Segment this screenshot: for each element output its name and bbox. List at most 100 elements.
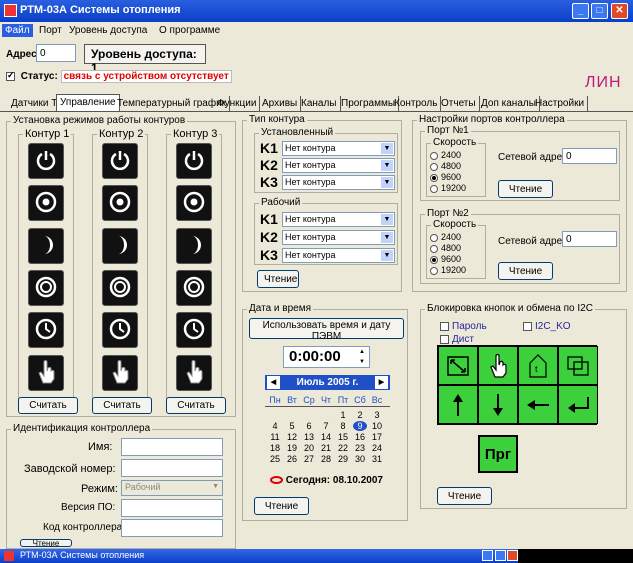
taskbar-close-icon[interactable] <box>507 550 518 561</box>
lock-resize-cell[interactable] <box>438 346 478 385</box>
lock-enter-cell[interactable] <box>558 385 598 424</box>
calendar-day[interactable]: 28 <box>319 454 333 464</box>
calendar-day[interactable]: 16 <box>353 432 367 442</box>
calendar-day[interactable]: 19 <box>285 443 299 453</box>
password-checkbox[interactable] <box>440 321 449 331</box>
code-input[interactable] <box>121 519 223 537</box>
lock-windows-cell[interactable] <box>558 346 598 385</box>
calendar-day[interactable]: 13 <box>302 432 316 442</box>
tab-sensors[interactable]: Датчики T <box>8 96 62 112</box>
close-button[interactable]: ✕ <box>611 3 628 19</box>
tab-temp-graph[interactable]: Температурный график <box>114 96 231 112</box>
calendar-day[interactable]: 11 <box>268 432 282 442</box>
calendar-day[interactable]: 30 <box>353 454 367 464</box>
calendar-day[interactable]: 31 <box>370 454 384 464</box>
calendar-day[interactable]: 8 <box>336 421 350 431</box>
contour-2-mode-hand-button[interactable] <box>102 355 138 391</box>
contour-2-mode-moon-button[interactable] <box>102 228 138 264</box>
menu-port[interactable]: Порт <box>36 24 65 37</box>
lock-t-cell[interactable]: t <box>518 346 558 385</box>
working-k3-select[interactable]: Нет контура ▼ <box>282 248 395 263</box>
calendar-day[interactable]: 27 <box>302 454 316 464</box>
contour-3-mode-moon-button[interactable] <box>176 228 212 264</box>
menu-file[interactable]: Файл <box>2 24 33 37</box>
next-month-icon[interactable]: ▶ <box>375 376 388 389</box>
tab-control[interactable]: Управление <box>56 94 120 112</box>
prg-button[interactable]: Прг <box>478 435 518 473</box>
i2c-checkbox[interactable] <box>523 321 532 331</box>
today-row[interactable]: Сегодня: 08.10.2007 <box>270 475 383 486</box>
password-checkbox-row[interactable]: Пароль <box>440 321 487 332</box>
installed-k1-select[interactable]: Нет контура ▼ <box>282 141 395 156</box>
contour-2-mode-power-button[interactable] <box>102 143 138 179</box>
contour-1-mode-circle-button[interactable] <box>28 185 64 221</box>
working-k1-select[interactable]: Нет контура ▼ <box>282 212 395 227</box>
calendar-day[interactable]: 3 <box>370 410 384 420</box>
calendar-day[interactable]: 22 <box>336 443 350 453</box>
port2-speed-19200-radio[interactable]: 19200 <box>430 265 466 275</box>
port1-read-button[interactable]: Чтение <box>498 180 553 198</box>
contour-1-mode-ring-button[interactable] <box>28 270 64 306</box>
installed-k3-select[interactable]: Нет контура ▼ <box>282 175 395 190</box>
calendar-day[interactable]: 15 <box>336 432 350 442</box>
name-input[interactable] <box>121 438 223 456</box>
contour-type-read-button[interactable]: Чтение <box>257 270 299 288</box>
minimize-button[interactable]: _ <box>572 3 589 19</box>
calendar-day[interactable]: 12 <box>285 432 299 442</box>
port2-read-button[interactable]: Чтение <box>498 262 553 280</box>
version-input[interactable] <box>121 499 223 517</box>
working-k2-select[interactable]: Нет контура ▼ <box>282 230 395 245</box>
datetime-read-button[interactable]: Чтение <box>254 497 309 515</box>
port1-speed-2400-radio[interactable]: 2400 <box>430 150 461 160</box>
lock-left-cell[interactable] <box>518 385 558 424</box>
taskbar-maximize-icon[interactable] <box>495 550 506 561</box>
port2-speed-4800-radio[interactable]: 4800 <box>430 243 461 253</box>
calendar-day[interactable]: 23 <box>353 443 367 453</box>
lock-read-button[interactable]: Чтение <box>437 487 492 505</box>
contour-2-mode-clock-button[interactable] <box>102 312 138 348</box>
tab-monitoring[interactable]: Контроль <box>391 96 442 112</box>
calendar-day[interactable]: 7 <box>319 421 333 431</box>
calendar-day[interactable]: 24 <box>370 443 384 453</box>
calendar-day[interactable]: 4 <box>268 421 282 431</box>
dist-checkbox-row[interactable]: Дист <box>440 334 474 345</box>
contour-3-mode-circle-button[interactable] <box>176 185 212 221</box>
calendar-day[interactable]: 18 <box>268 443 282 453</box>
taskbar-window[interactable]: РТМ-03А Системы отопления <box>0 549 518 563</box>
port1-net-input[interactable] <box>562 148 617 164</box>
calendar-day[interactable]: 20 <box>302 443 316 453</box>
serial-input[interactable] <box>121 459 223 477</box>
dist-checkbox[interactable] <box>440 334 449 344</box>
tab-archives[interactable]: Архивы <box>259 96 302 112</box>
contour-3-mode-hand-button[interactable] <box>176 355 212 391</box>
calendar-day[interactable]: 10 <box>370 421 384 431</box>
contour-3-read-button[interactable]: Считать <box>166 397 226 414</box>
menu-access-level[interactable]: Уровень доступа <box>66 24 150 37</box>
lock-hand-cell[interactable] <box>478 346 518 385</box>
contour-2-mode-circle-button[interactable] <box>102 185 138 221</box>
contour-1-mode-clock-button[interactable] <box>28 312 64 348</box>
status-checkbox[interactable]: ✓ <box>6 70 15 81</box>
prev-month-icon[interactable]: ◀ <box>267 376 280 389</box>
calendar-day[interactable]: 26 <box>285 454 299 464</box>
calendar-day[interactable]: 5 <box>285 421 299 431</box>
mode-select[interactable]: Рабочий ▼ <box>121 480 223 496</box>
calendar-day[interactable]: 25 <box>268 454 282 464</box>
address-input[interactable] <box>36 44 76 62</box>
calendar-day[interactable]: 21 <box>319 443 333 453</box>
use-pc-time-button[interactable]: Использовать время и дату ПЭВМ <box>249 318 404 342</box>
port2-net-input[interactable] <box>562 231 617 247</box>
contour-1-mode-hand-button[interactable] <box>28 355 64 391</box>
port1-speed-19200-radio[interactable]: 19200 <box>430 183 466 193</box>
time-spinner[interactable]: ▲ ▼ <box>356 347 368 367</box>
tab-reports[interactable]: Отчеты <box>438 96 480 112</box>
calendar-day[interactable]: 9 <box>353 421 367 431</box>
tab-functions[interactable]: Функции <box>214 96 261 112</box>
contour-3-mode-clock-button[interactable] <box>176 312 212 348</box>
port1-speed-9600-radio[interactable]: 9600 <box>430 172 461 182</box>
calendar-day[interactable]: 1 <box>336 410 350 420</box>
contour-1-mode-power-button[interactable] <box>28 143 64 179</box>
contour-1-read-button[interactable]: Считать <box>18 397 78 414</box>
calendar-day[interactable]: 6 <box>302 421 316 431</box>
ident-read-button[interactable]: Чтение <box>20 539 72 547</box>
